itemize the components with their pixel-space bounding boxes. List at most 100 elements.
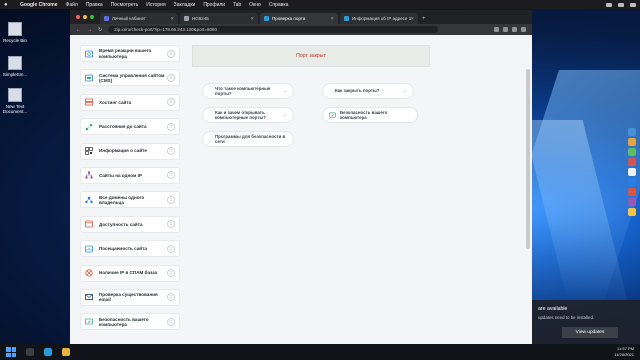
domains-icon — [85, 196, 93, 204]
toolbar-icons — [494, 27, 526, 32]
extensions-icon[interactable] — [503, 27, 508, 32]
close-tab-icon[interactable]: ✕ — [330, 16, 334, 22]
favorite-star-icon[interactable]: ☆ — [167, 269, 175, 278]
server-icon — [85, 98, 93, 106]
view-updates-button[interactable]: View updates — [562, 327, 618, 338]
link-label: Безопасность вашего компьютера — [340, 109, 388, 120]
service-item-computer-security[interactable]: Безопасность вашего компьютера ☆ — [80, 313, 180, 331]
service-label: Сайты на одном IP — [99, 172, 143, 178]
maximize-window-icon[interactable] — [90, 15, 94, 19]
service-item-hosting[interactable]: Хостинг сайта ☆ — [80, 93, 180, 111]
service-item-spam-check[interactable]: Наличие IP в СПАМ базах ☆ — [80, 264, 180, 282]
back-icon[interactable]: ← — [76, 27, 81, 33]
file-explorer-icon[interactable] — [62, 348, 70, 356]
forward-icon[interactable]: → — [87, 27, 92, 33]
service-item-distance[interactable]: Расстояние до сайта ☆ — [80, 118, 180, 136]
tab-label: Личный кабинет — [112, 16, 146, 21]
minimize-window-icon[interactable] — [83, 15, 87, 19]
menu-tab[interactable]: Tab — [233, 2, 241, 8]
menu-view[interactable]: Посмотреть — [111, 2, 139, 8]
desktop-icon-text-document[interactable]: New Text Document... — [0, 88, 30, 114]
close-tab-icon[interactable]: ✕ — [410, 16, 414, 22]
side-dock — [628, 128, 638, 218]
page-scrollbar[interactable] — [526, 69, 530, 249]
windows-start-icon[interactable] — [6, 347, 16, 357]
app-icon[interactable] — [628, 148, 636, 156]
app-icon[interactable] — [628, 158, 636, 166]
menu-help[interactable]: Справка — [269, 2, 289, 8]
app-icon[interactable] — [628, 138, 636, 146]
favorite-star-icon[interactable]: ☆ — [167, 49, 175, 58]
block-icon — [85, 269, 93, 277]
task-view-icon[interactable] — [26, 348, 34, 356]
new-tab-icon[interactable]: + — [422, 16, 426, 22]
menu-window[interactable]: Окно — [249, 2, 261, 8]
reload-icon[interactable]: ↻ — [98, 27, 102, 33]
link-what-are-ports[interactable]: Что такое компьютерные порты? → — [202, 83, 294, 99]
recycle-bin-icon — [8, 22, 22, 36]
menu-app-name[interactable]: Google Chrome — [20, 2, 58, 8]
sitemap-icon — [85, 171, 93, 179]
profile-icon[interactable] — [512, 27, 517, 32]
tab-ip-info[interactable]: Информация об IP адресе 1 ✕ — [340, 13, 418, 24]
favorite-star-icon[interactable]: ☆ — [167, 171, 175, 180]
tab-port-check[interactable]: Проверка порта ✕ — [260, 13, 338, 24]
service-item-sites-same-ip[interactable]: Сайты на одном IP ☆ — [80, 166, 180, 184]
favorite-star-icon[interactable]: ☆ — [167, 73, 175, 82]
favorite-star-icon[interactable]: ☆ — [167, 147, 175, 156]
desktop-icon-recycle-bin[interactable]: Recycle Bin — [0, 22, 30, 43]
favicon-icon — [184, 16, 189, 21]
service-item-owner-domains[interactable]: Все домены одного владельца ☆ — [80, 191, 180, 209]
service-item-site-info[interactable]: Информация о сайте ☆ — [80, 142, 180, 160]
link-how-to-close-ports[interactable]: Как закрыть порты? → — [322, 83, 414, 99]
app-icon[interactable] — [628, 208, 636, 216]
desktop-icon-file[interactable]: SimpleSm... — [0, 56, 30, 77]
app-icon[interactable] — [628, 178, 636, 186]
link-security-programs[interactable]: Программы для безопасности в сети — [202, 131, 294, 147]
close-window-icon[interactable] — [76, 15, 80, 19]
favorite-star-icon[interactable]: ☆ — [167, 98, 175, 107]
menu-profiles[interactable]: Профили — [203, 2, 225, 8]
address-bar[interactable]: 2ip.io/ru/check-port/?ip=178.66.243.130&… — [108, 26, 439, 33]
service-item-cms[interactable]: Система управления сайтом (CMS) ☆ — [80, 69, 180, 87]
favorite-star-icon[interactable]: ☆ — [167, 317, 175, 326]
service-item-traffic[interactable]: Посещаемость сайта ☆ — [80, 240, 180, 258]
menu-icon[interactable] — [521, 27, 526, 32]
favorite-star-icon[interactable]: ☆ — [167, 195, 175, 204]
qr-icon — [85, 147, 93, 155]
menu-file[interactable]: Файл — [66, 2, 78, 8]
favorite-star-icon[interactable]: ☆ — [167, 220, 175, 229]
desktop-icon-label: Recycle Bin — [3, 38, 27, 43]
search-icon[interactable] — [630, 2, 636, 7]
star-icon[interactable] — [494, 27, 499, 32]
favorite-star-icon[interactable]: ☆ — [167, 293, 175, 302]
service-item-reaction-time[interactable]: Время реакции вашего компьютера ☆ — [80, 45, 180, 62]
arrow-right-icon: → — [402, 88, 407, 94]
favicon-icon — [264, 16, 269, 21]
favorite-star-icon[interactable]: ☆ — [167, 244, 175, 253]
link-computer-security[interactable]: Безопасность вашего компьютера — [322, 107, 418, 123]
menu-bookmarks[interactable]: Закладки — [174, 2, 196, 8]
page-content: Время реакции вашего компьютера ☆ Систем… — [70, 35, 532, 360]
mac-menubar: ● Google Chrome Файл Правка Посмотреть И… — [0, 0, 640, 9]
tab-router[interactable]: HG8245 ✕ — [180, 13, 258, 24]
tab-account[interactable]: Личный кабинет ✕ — [100, 13, 178, 24]
close-tab-icon[interactable]: ✕ — [170, 16, 174, 22]
favorite-star-icon[interactable]: ☆ — [167, 122, 175, 131]
close-tab-icon[interactable]: ✕ — [250, 16, 254, 22]
app-icon[interactable] — [628, 198, 636, 206]
app-icon[interactable] — [628, 188, 636, 196]
service-item-email-check[interactable]: Проверка существования email ☆ — [80, 288, 180, 306]
system-tray-clock[interactable]: 11:57 PM 11/28/2021 — [614, 346, 634, 357]
service-item-availability[interactable]: Доступность сайта ☆ — [80, 215, 180, 233]
wifi-icon[interactable] — [618, 2, 624, 7]
menu-edit[interactable]: Правка — [86, 2, 103, 8]
apple-icon[interactable]: ● — [4, 2, 12, 8]
battery-icon[interactable] — [606, 2, 612, 7]
edge-icon[interactable] — [44, 348, 52, 356]
menu-history[interactable]: История — [146, 2, 165, 8]
app-icon[interactable] — [628, 168, 636, 176]
tray-time: 11:57 PM — [617, 346, 634, 351]
app-icon[interactable] — [628, 128, 636, 136]
link-why-open-ports[interactable]: Как и зачем открывать компьютерные порты… — [202, 107, 294, 123]
